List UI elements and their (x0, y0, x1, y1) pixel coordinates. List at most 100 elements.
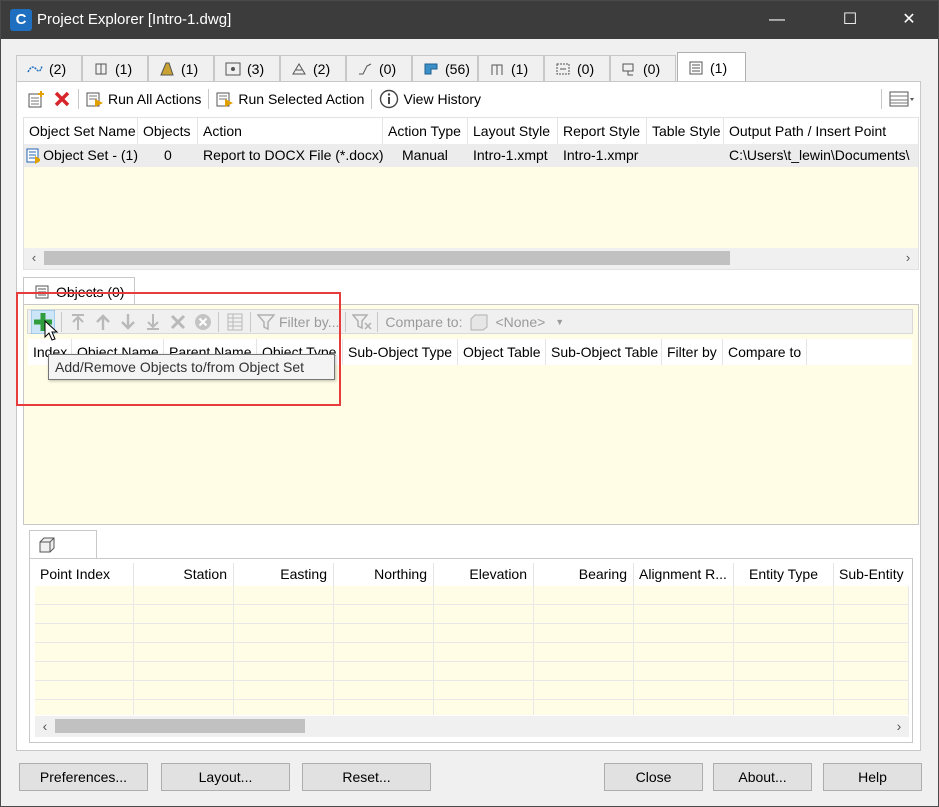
scroll-right-icon[interactable]: › (889, 716, 909, 737)
grid-cell[interactable] (734, 605, 834, 624)
view-history-button[interactable]: View History (375, 87, 485, 111)
column-header-report-style[interactable]: Report Style (558, 118, 647, 144)
grid-cell[interactable] (134, 643, 234, 662)
grid-cell[interactable] (334, 586, 434, 605)
column-header-alignment-ref[interactable]: Alignment R... (634, 563, 734, 586)
delete-object-set-button[interactable] (49, 87, 75, 111)
tab-corridors[interactable]: (1) (148, 55, 214, 82)
minimize-button[interactable]: — (754, 1, 800, 39)
grid-cell[interactable] (734, 681, 834, 700)
tab-points[interactable]: (3) (214, 55, 280, 82)
grid-cell[interactable] (834, 586, 909, 605)
grid-cell[interactable] (434, 681, 534, 700)
grid-cell[interactable] (35, 700, 134, 715)
grid-cell[interactable] (534, 586, 634, 605)
grid-cell[interactable] (35, 586, 134, 605)
grid-cell[interactable] (634, 643, 734, 662)
column-header-table-style[interactable]: Table Style (647, 118, 724, 144)
close-window-button[interactable]: ✕ (886, 1, 932, 39)
scroll-right-icon[interactable]: › (898, 248, 918, 269)
column-header-sub-object-type[interactable]: Sub-Object Type (343, 339, 458, 365)
grid-cell[interactable] (434, 605, 534, 624)
new-object-set-button[interactable] (23, 87, 49, 111)
grid-cell[interactable] (134, 605, 234, 624)
clear-filter-button[interactable] (349, 311, 374, 333)
column-header-entity-type[interactable]: Entity Type (734, 563, 834, 586)
grid-cell[interactable] (434, 662, 534, 681)
grid-cell[interactable] (234, 586, 334, 605)
grid-cell[interactable] (834, 681, 909, 700)
grid-cell[interactable] (234, 700, 334, 715)
preferences-button[interactable]: Preferences... (19, 763, 148, 791)
grid-cell[interactable] (634, 624, 734, 643)
grid-cell[interactable] (334, 662, 434, 681)
column-header-sub-entity[interactable]: Sub-Entity (834, 563, 909, 586)
reset-button[interactable]: Reset... (302, 763, 431, 791)
grid-cell[interactable] (134, 662, 234, 681)
grid-cell[interactable] (534, 624, 634, 643)
grid-cell[interactable] (834, 605, 909, 624)
grid-cell[interactable] (434, 700, 534, 715)
grid-cell[interactable] (534, 643, 634, 662)
tab-object-sets[interactable]: (1) (677, 52, 746, 82)
tab-sections[interactable]: (0) (544, 55, 610, 82)
grid-cell[interactable] (334, 643, 434, 662)
column-header-action-type[interactable]: Action Type (383, 118, 468, 144)
table-row[interactable]: Object Set - (1) 0 Report to DOCX File (… (24, 144, 918, 167)
grid-cell[interactable] (834, 624, 909, 643)
tab-sub-entities[interactable] (29, 530, 97, 559)
grid-cell[interactable] (534, 681, 634, 700)
column-header-easting[interactable]: Easting (234, 563, 334, 586)
column-header-object-table[interactable]: Object Table (458, 339, 546, 365)
horizontal-scrollbar[interactable]: ‹ › (24, 248, 918, 269)
column-header-point-index[interactable]: Point Index (35, 563, 134, 586)
column-header-compare-to[interactable]: Compare to (723, 339, 807, 365)
grid-cell[interactable] (534, 662, 634, 681)
grid-cell[interactable] (134, 624, 234, 643)
compare-to-dropdown[interactable]: <None> ▼ (466, 311, 567, 333)
grid-cell[interactable] (734, 586, 834, 605)
column-header-northing[interactable]: Northing (334, 563, 434, 586)
grid-cell[interactable] (234, 624, 334, 643)
about-button[interactable]: About... (713, 763, 812, 791)
grid-cell[interactable] (734, 643, 834, 662)
column-header-action[interactable]: Action (198, 118, 383, 144)
column-header-sub-object-table[interactable]: Sub-Object Table (546, 339, 662, 365)
grid-cell[interactable] (234, 643, 334, 662)
grid-cell[interactable] (834, 700, 909, 715)
grid-cell[interactable] (134, 700, 234, 715)
grid-cell[interactable] (434, 624, 534, 643)
maximize-button[interactable]: ☐ (827, 1, 873, 39)
column-chooser-button[interactable] (885, 87, 919, 111)
grid-cell[interactable] (35, 624, 134, 643)
column-header-output-path[interactable]: Output Path / Insert Point (724, 118, 918, 144)
scrollbar-thumb[interactable] (44, 251, 730, 265)
tab-parcels[interactable]: (56) (412, 55, 478, 82)
grid-cell[interactable] (634, 662, 734, 681)
grid-cell[interactable] (334, 605, 434, 624)
grid-cell[interactable] (634, 586, 734, 605)
tab-surfaces[interactable]: (2) (280, 55, 346, 82)
help-button[interactable]: Help (823, 763, 922, 791)
grid-cell[interactable] (334, 681, 434, 700)
close-button[interactable]: Close (604, 763, 703, 791)
grid-cell[interactable] (834, 643, 909, 662)
layout-button[interactable]: Layout... (161, 763, 290, 791)
grid-cell[interactable] (734, 624, 834, 643)
grid-cell[interactable] (634, 681, 734, 700)
grid-cell[interactable] (734, 700, 834, 715)
scrollbar-thumb[interactable] (55, 719, 305, 733)
column-header-layout-style[interactable]: Layout Style (468, 118, 558, 144)
grid-cell[interactable] (35, 643, 134, 662)
column-header-object-set-name[interactable]: Object Set Name (24, 118, 138, 144)
column-header-filter-by[interactable]: Filter by (662, 339, 723, 365)
grid-cell[interactable] (35, 681, 134, 700)
grid-cell[interactable] (35, 605, 134, 624)
points-horizontal-scrollbar[interactable]: ‹ › (35, 716, 909, 737)
grid-cell[interactable] (334, 624, 434, 643)
tab-alignments[interactable]: (2) (16, 55, 82, 82)
run-selected-action-button[interactable]: Run Selected Action (212, 87, 368, 111)
grid-cell[interactable] (434, 643, 534, 662)
grid-cell[interactable] (634, 605, 734, 624)
grid-cell[interactable] (234, 605, 334, 624)
